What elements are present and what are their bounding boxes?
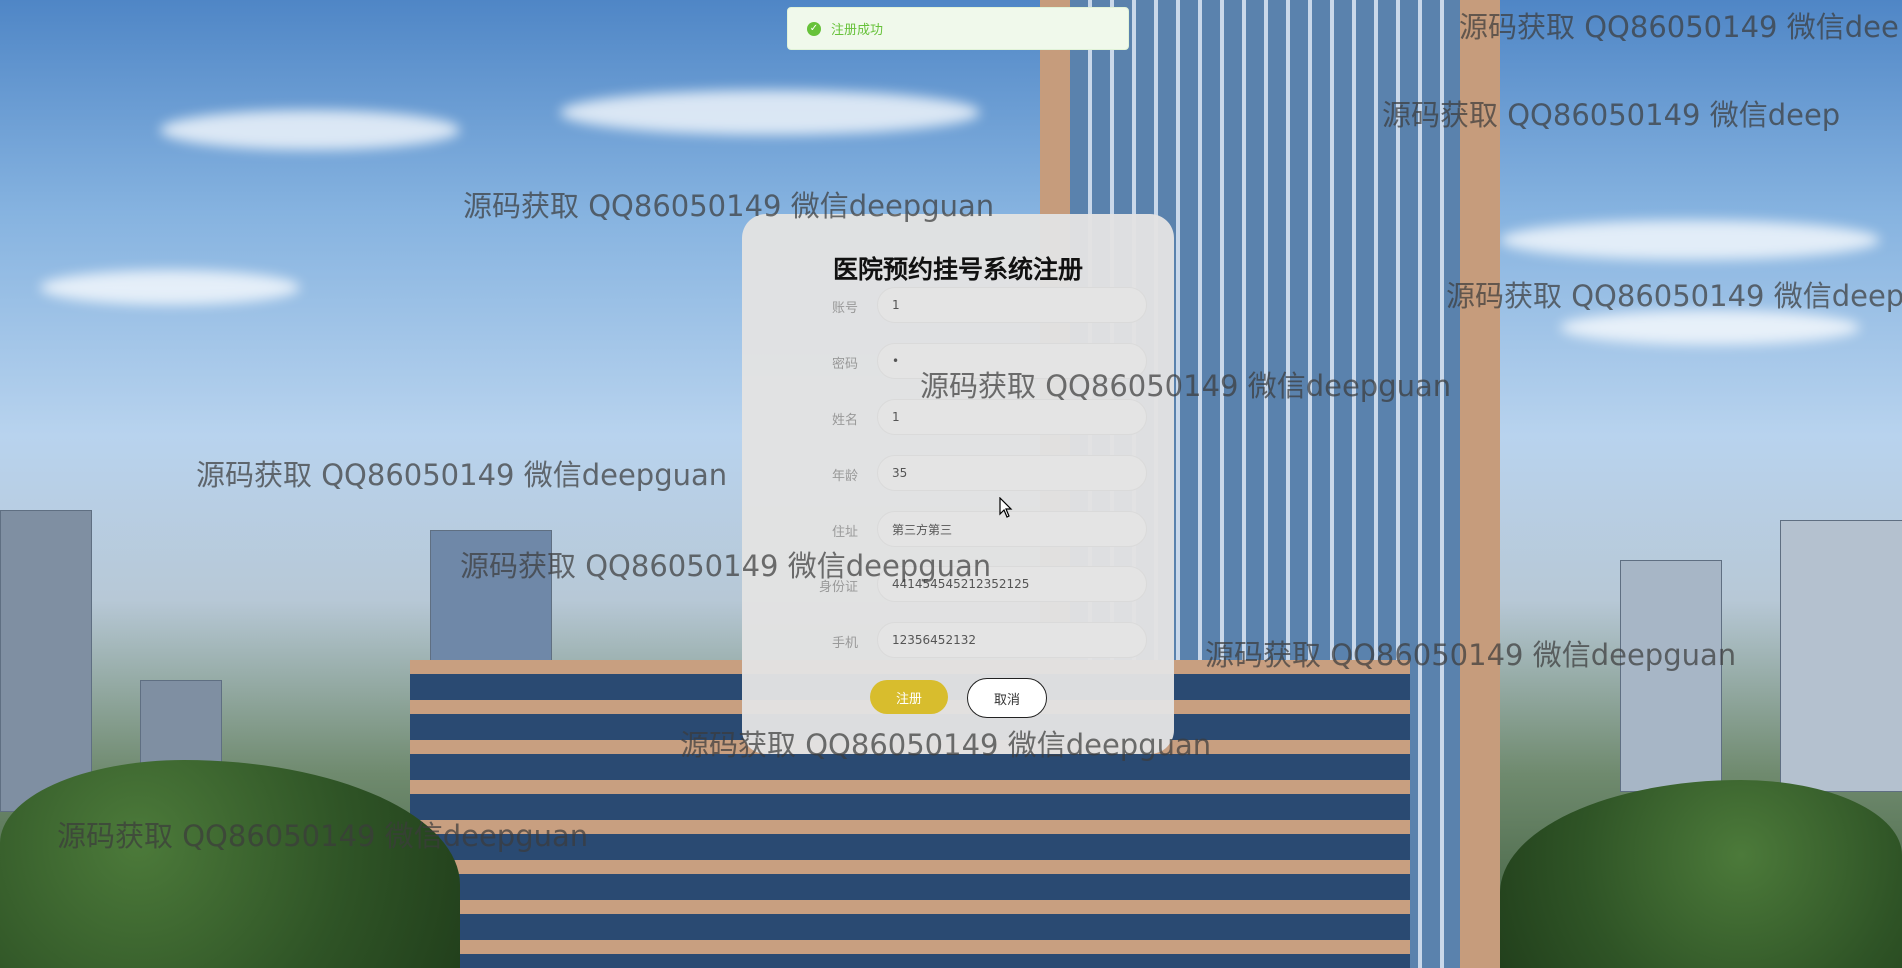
success-toast: ✓ 注册成功 bbox=[787, 7, 1129, 50]
account-input[interactable] bbox=[877, 287, 1147, 323]
field-label: 密码 bbox=[831, 357, 858, 372]
field-row-name: 姓名 bbox=[742, 399, 1174, 437]
name-input[interactable] bbox=[877, 399, 1147, 435]
field-label: 住址 bbox=[831, 525, 858, 540]
field-label: 手机 bbox=[831, 636, 858, 651]
age-input[interactable] bbox=[877, 455, 1147, 491]
id-card-input[interactable] bbox=[877, 566, 1147, 602]
field-row-age: 年龄 bbox=[742, 455, 1174, 493]
page-title: 医院预约挂号系统注册 bbox=[832, 255, 1083, 284]
field-label: 年龄 bbox=[831, 469, 858, 484]
field-row-id-card: 身份证 bbox=[742, 566, 1174, 604]
toast-message: 注册成功 bbox=[831, 23, 884, 38]
check-circle-icon: ✓ bbox=[807, 21, 821, 36]
field-row-password: 密码 bbox=[742, 343, 1174, 381]
password-input[interactable] bbox=[877, 343, 1147, 379]
phone-input[interactable] bbox=[877, 622, 1147, 658]
field-row-account: 账号 bbox=[742, 287, 1174, 325]
field-label: 账号 bbox=[831, 301, 858, 316]
cancel-button[interactable]: 取消 bbox=[967, 678, 1047, 718]
register-button[interactable]: 注册 bbox=[870, 680, 948, 714]
register-panel: 医院预约挂号系统注册 账号 密码 姓名 年龄 住址 身份证 手机 注册 取消 bbox=[742, 214, 1174, 754]
field-row-phone: 手机 bbox=[742, 622, 1174, 660]
field-row-address: 住址 bbox=[742, 511, 1174, 549]
field-label: 身份证 bbox=[818, 580, 858, 595]
mouse-cursor-icon bbox=[999, 497, 1013, 518]
field-label: 姓名 bbox=[831, 413, 858, 428]
